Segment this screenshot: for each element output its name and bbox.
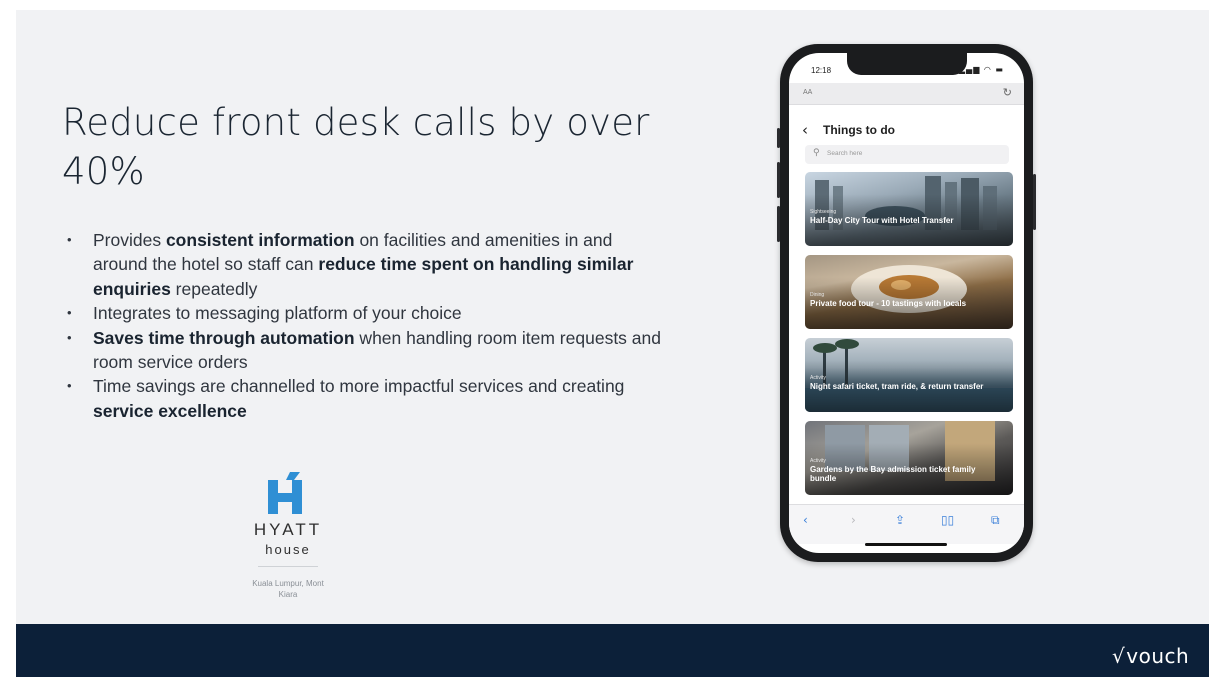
feature-bullet: Provides consistent information on facil… [65, 228, 665, 301]
browser-url-bar[interactable]: AA ↻ [789, 83, 1024, 105]
tabs-icon[interactable]: ⧉ [991, 513, 1000, 528]
feature-bullet: Integrates to messaging platform of your… [65, 301, 665, 326]
page-title: Things to do [823, 123, 895, 137]
back-icon[interactable]: ‹ [803, 513, 808, 527]
bullet-text: repeatedly [170, 278, 258, 299]
phone-volume-down [777, 206, 780, 242]
bullet-text: Provides [93, 230, 166, 250]
search-placeholder: Search here [827, 150, 863, 157]
search-input[interactable]: ⚲ Search here [805, 145, 1009, 164]
activity-card[interactable]: Activity Night safari ticket, tram ride,… [805, 338, 1013, 412]
bookmarks-icon[interactable]: ▯▯ [941, 513, 954, 527]
status-signal-wifi-battery-icon: ▂▄▆ ◠ ▬ [958, 65, 1004, 74]
forward-icon[interactable]: › [851, 513, 856, 527]
logo-divider [258, 566, 318, 567]
activity-card[interactable]: Sightseeing Half-Day City Tour with Hote… [805, 172, 1013, 246]
bullet-bold-text: service excellence [93, 400, 247, 421]
footer-bar [16, 624, 1209, 677]
home-indicator[interactable] [865, 543, 947, 546]
card-category: Activity [810, 375, 826, 381]
card-category: Sightseeing [810, 209, 837, 215]
hotel-location: Kuala Lumpur, Mont Kiara [252, 579, 324, 599]
hyatt-mark-icon [268, 472, 302, 514]
hyatt-wordmark: HYATT [253, 520, 323, 539]
card-category: Activity [810, 458, 826, 464]
phone-screen: 12:18 ▂▄▆ ◠ ▬ AA ↻ ‹ Things to do ⚲ Sear… [789, 53, 1024, 553]
phone-notch [847, 53, 967, 75]
phone-volume-up [777, 162, 780, 198]
phone-mockup: 12:18 ▂▄▆ ◠ ▬ AA ↻ ‹ Things to do ⚲ Sear… [777, 44, 1036, 562]
feature-bullet: Saves time through automation when handl… [65, 326, 665, 375]
reload-icon[interactable]: ↻ [1003, 86, 1012, 99]
slide-headline: Reduce front desk calls by over 40% [62, 101, 650, 193]
hyatt-house-wordmark: house [265, 542, 311, 557]
activity-card[interactable]: Dining Private food tour - 10 tastings w… [805, 255, 1013, 329]
bullet-bold-text: consistent information [165, 230, 355, 250]
share-icon[interactable]: ⇪ [895, 513, 905, 527]
bullet-bold-text: Saves time through automation [93, 327, 355, 348]
vouch-wordmark: vouch [1126, 644, 1190, 668]
phone-power-button [1033, 174, 1036, 230]
card-category: Dining [810, 292, 825, 298]
card-title: Gardens by the Bay admission ticket fami… [810, 465, 976, 483]
search-icon: ⚲ [813, 148, 820, 158]
vouch-mark-icon: √ [1112, 644, 1126, 668]
bullet-text: Time savings are channelled to more impa… [93, 376, 625, 397]
card-title: Private food tour - 10 tastings with loc… [810, 299, 967, 308]
card-title: Half-Day City Tour with Hotel Transfer [810, 216, 954, 225]
status-time: 12:18 [811, 66, 832, 75]
hyatt-house-logo: HYATT house Kuala Lumpur, Mont Kiara [218, 468, 358, 608]
card-title: Night safari ticket, tram ride, & return… [810, 382, 984, 391]
browser-toolbar: ‹ › ⇪ ▯▯ ⧉ [789, 504, 1024, 544]
back-chevron-icon[interactable]: ‹ [802, 121, 808, 139]
bullet-text: Integrates to messaging platform of your… [93, 303, 462, 324]
reader-aa-button[interactable]: AA [803, 89, 812, 96]
feature-bullet: Time savings are channelled to more impa… [65, 374, 665, 423]
phone-mute-switch [777, 128, 780, 148]
vouch-logo: √vouch [1112, 644, 1189, 668]
feature-bullet-list: Provides consistent information on facil… [65, 228, 665, 423]
activity-card[interactable]: Activity Gardens by the Bay admission ti… [805, 421, 1013, 495]
